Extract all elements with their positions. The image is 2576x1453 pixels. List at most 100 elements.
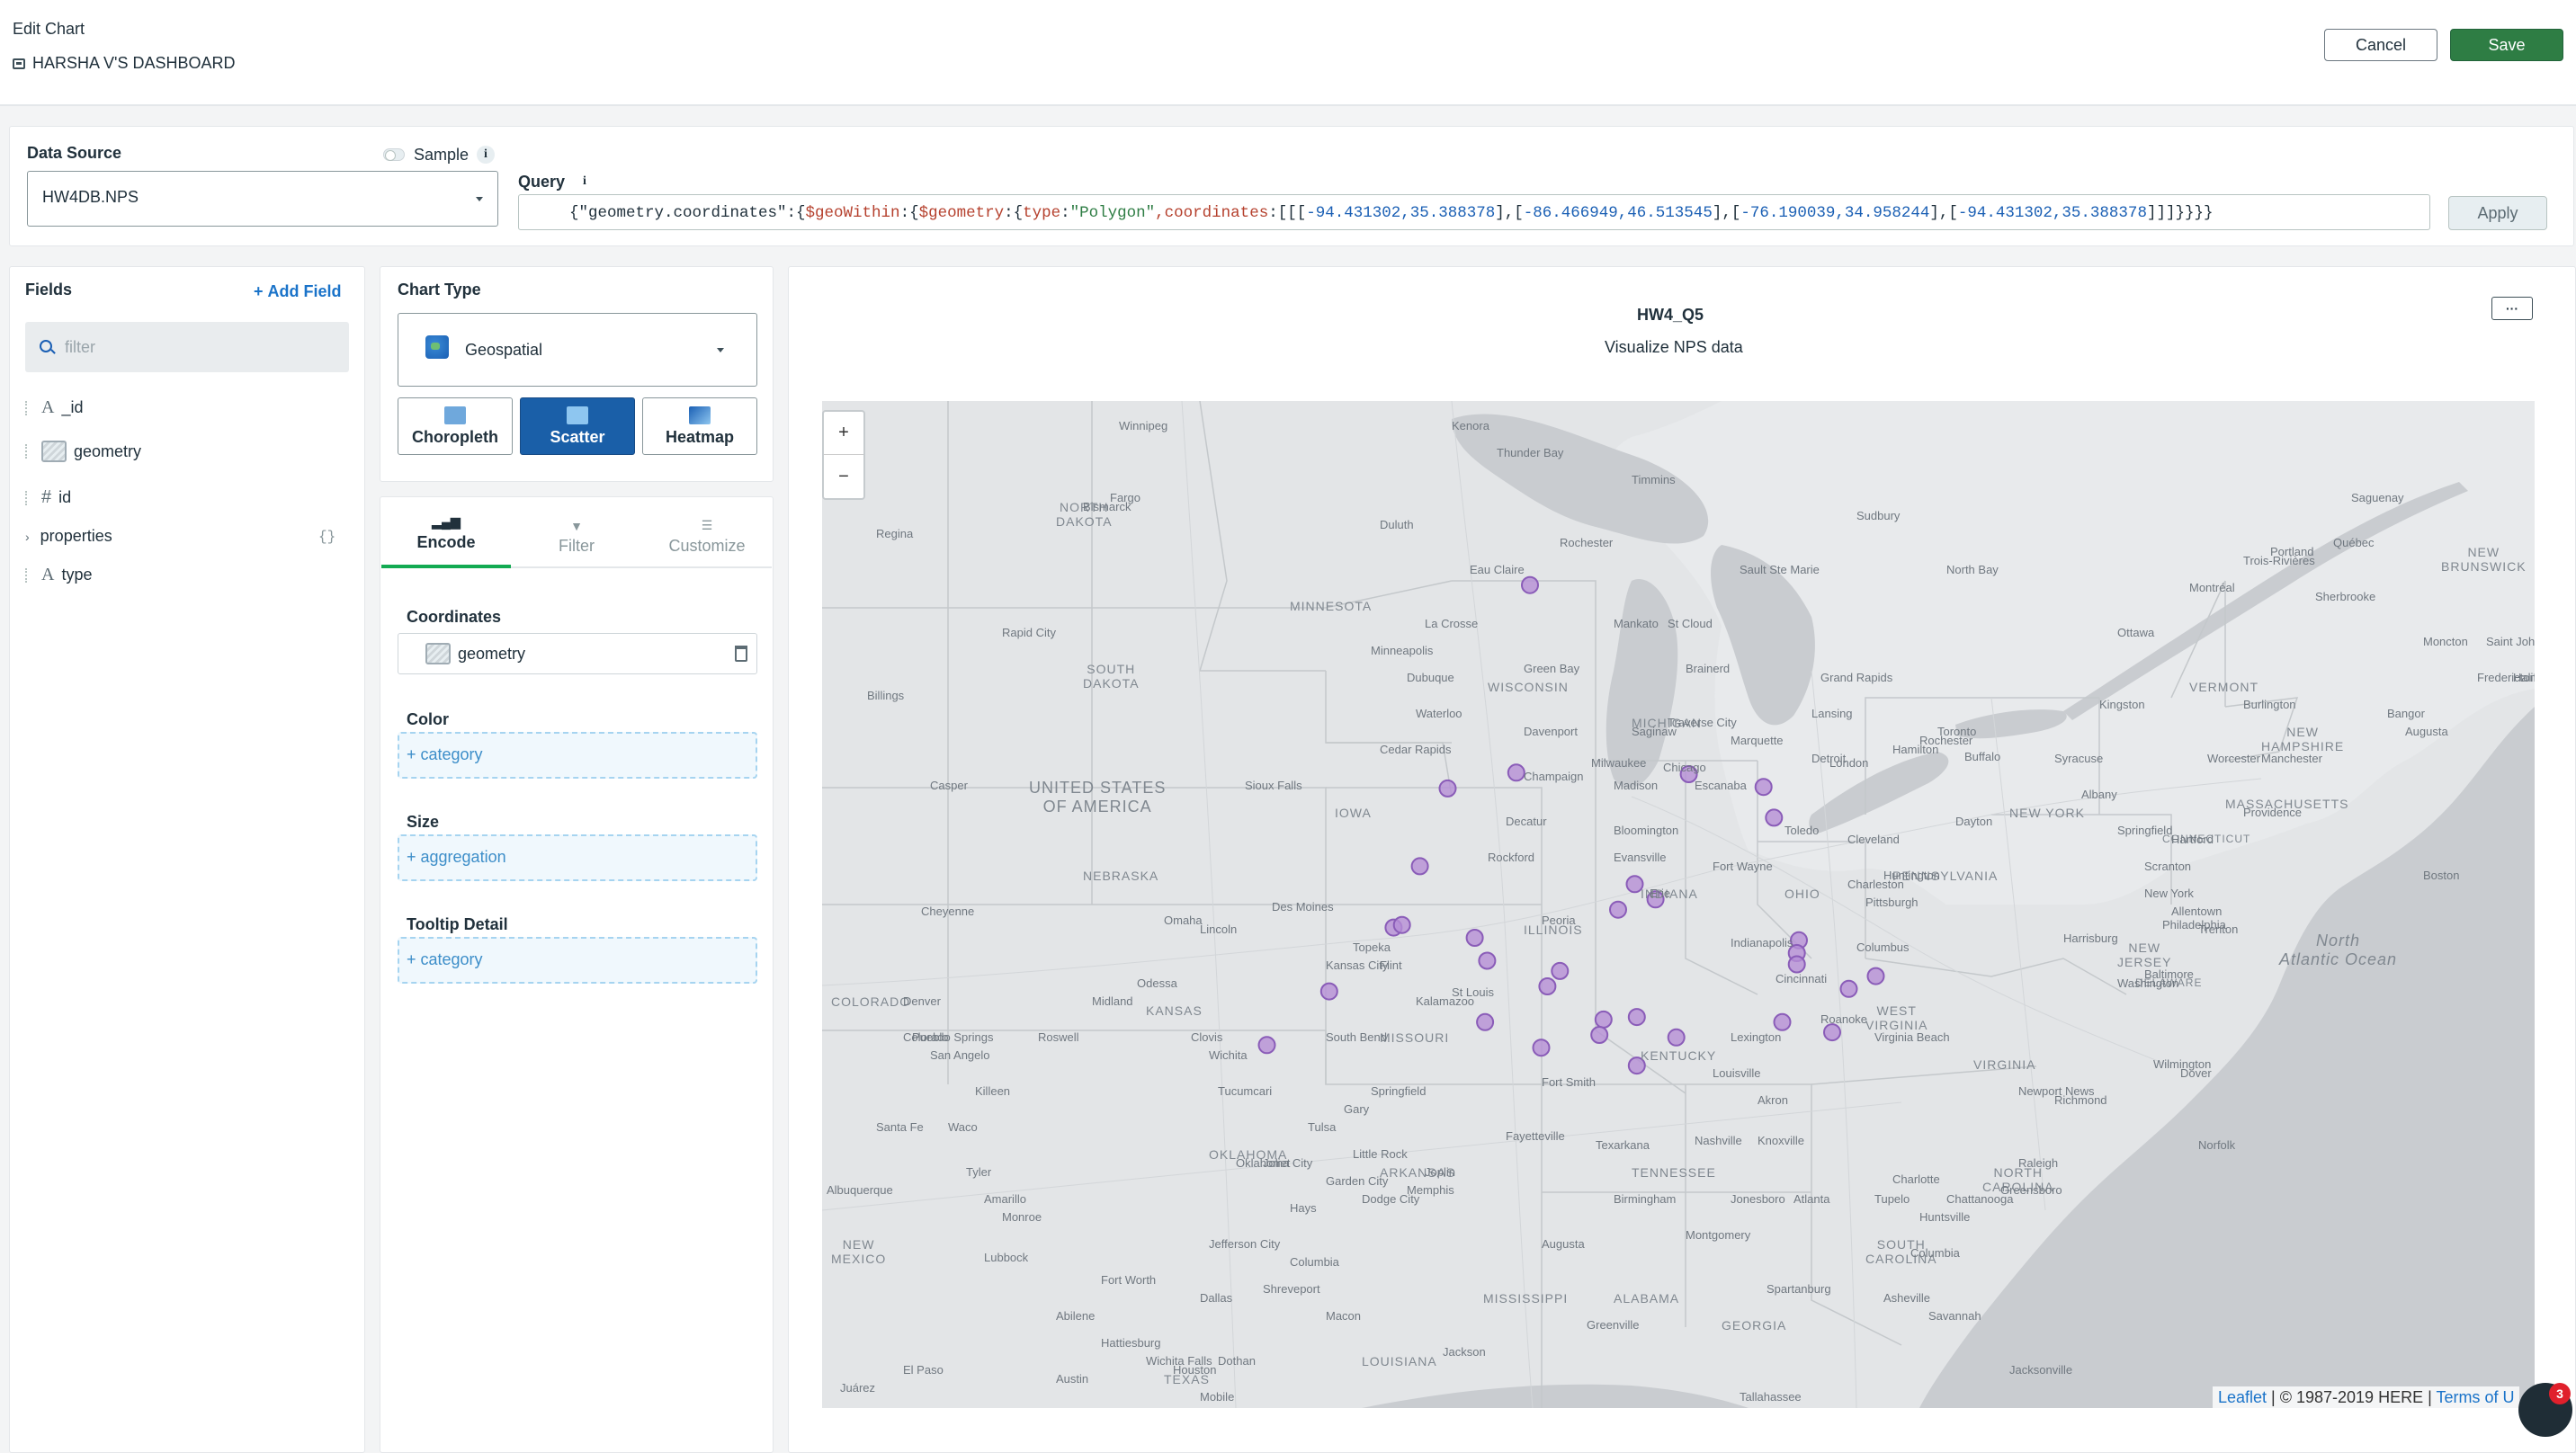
city-label: Waterloo [1416, 707, 1462, 720]
scatter-point[interactable] [1823, 1023, 1841, 1042]
map-attribution: Leaflet | © 1987-2019 HERE | Terms of U [2213, 1386, 2520, 1408]
city-label: St Cloud [1668, 617, 1713, 630]
field-item[interactable]: › properties [25, 527, 112, 546]
coordinates-channel[interactable]: geometry [398, 633, 757, 674]
data-source-select[interactable]: HW4DB.NPS [27, 171, 498, 227]
city-label: Syracuse [2054, 752, 2104, 765]
subtype-choropleth[interactable]: Choropleth [398, 397, 513, 455]
drag-handle-icon[interactable] [25, 567, 29, 583]
drag-handle-icon[interactable] [25, 400, 29, 415]
zoom-in-button[interactable]: + [824, 412, 863, 455]
drag-handle-icon[interactable] [25, 490, 29, 505]
city-label: Buffalo [1964, 750, 2001, 763]
city-label: Moncton [2423, 635, 2468, 648]
scatter-point[interactable] [1538, 977, 1557, 995]
tab-encode[interactable]: ▂▄▆ Encode [381, 500, 511, 568]
trash-icon[interactable] [735, 646, 747, 662]
drag-handle-icon[interactable] [25, 444, 29, 459]
scatter-point[interactable] [1465, 929, 1484, 947]
scatter-point[interactable] [1773, 1012, 1792, 1031]
scatter-point[interactable] [1532, 1038, 1551, 1057]
city-label: Boston [2423, 869, 2460, 882]
subtype-heatmap[interactable]: Heatmap [642, 397, 757, 455]
city-label: Raleigh [2018, 1156, 2059, 1170]
scatter-point[interactable] [1507, 763, 1525, 782]
city-label: Sherbrooke [2315, 590, 2376, 603]
chart-type-select[interactable]: Geospatial [398, 313, 757, 387]
scatter-point[interactable] [1257, 1036, 1276, 1055]
sample-toggle[interactable] [383, 148, 405, 161]
query-input[interactable]: {"geometry.coordinates":{$geoWithin:{$ge… [518, 194, 2430, 230]
chevron-right-icon[interactable]: › [25, 530, 30, 544]
scatter-point[interactable] [1438, 779, 1457, 798]
scatter-point[interactable] [1551, 961, 1570, 980]
scatter-point[interactable] [1627, 1008, 1646, 1027]
scatter-point[interactable] [1478, 951, 1497, 970]
city-label: Cheyenne [921, 905, 975, 918]
city-label: Cincinnati [1775, 972, 1828, 985]
chart-type-value: Geospatial [465, 341, 543, 359]
tooltip-drop-zone[interactable]: + category [398, 937, 757, 984]
field-name: properties [40, 527, 112, 545]
zoom-out-button[interactable]: − [824, 455, 863, 498]
save-button[interactable]: Save [2450, 29, 2563, 61]
terms-link[interactable]: Terms of U [2436, 1388, 2514, 1406]
query-token: ,coordinates [1155, 204, 1269, 222]
breadcrumb[interactable]: HARSHA V'S DASHBOARD [13, 54, 236, 73]
apply-button[interactable]: Apply [2448, 196, 2547, 230]
chart-title: HW4_Q5 [1637, 306, 1704, 324]
city-label: Topeka [1353, 940, 1391, 954]
scatter-point[interactable] [1590, 1026, 1609, 1044]
map-label: WEST VIRGINIA [1865, 1003, 1928, 1032]
city-label: Jackson [1443, 1345, 1486, 1359]
sliders-icon: ☰ [701, 518, 713, 532]
scatter-point[interactable] [1866, 967, 1885, 985]
query-token: $geoWithin [805, 204, 900, 222]
field-item[interactable]: A _id [25, 397, 83, 418]
size-drop-zone[interactable]: + aggregation [398, 834, 757, 881]
scatter-point[interactable] [1319, 982, 1338, 1001]
tab-label: Encode [416, 533, 476, 551]
map-label: NEW YORK [2009, 806, 2085, 820]
sample-info-icon[interactable]: i [477, 146, 495, 164]
scatter-point[interactable] [1521, 575, 1539, 594]
scatter-point[interactable] [1594, 1010, 1613, 1029]
scatter-point[interactable] [1476, 1012, 1495, 1031]
app-header: Edit Chart HARSHA V'S DASHBOARD Cancel S… [0, 0, 2576, 106]
city-label: Québec [2333, 536, 2375, 549]
query-info-icon[interactable]: i [576, 173, 594, 191]
add-field-button[interactable]: + Add Field [254, 282, 342, 301]
city-label: Huntington [1883, 869, 1940, 882]
city-label: Austin [1056, 1372, 1089, 1386]
scatter-point[interactable] [1667, 1028, 1686, 1047]
tab-customize[interactable]: ☰ Customize [642, 500, 772, 568]
more-options-button[interactable]: ··· [2491, 297, 2533, 320]
city-label: Hays [1290, 1201, 1317, 1215]
field-item[interactable]: geometry [25, 441, 141, 462]
city-label: Columbia [1910, 1246, 1960, 1260]
city-label: Newport News [2018, 1084, 2095, 1098]
scatter-point[interactable] [1839, 979, 1858, 998]
cancel-button[interactable]: Cancel [2324, 29, 2437, 61]
city-label: Decatur [1506, 815, 1547, 828]
color-drop-zone[interactable]: + category [398, 732, 757, 779]
scatter-point[interactable] [1754, 778, 1773, 797]
city-label: Lincoln [1200, 923, 1238, 936]
subtype-scatter[interactable]: Scatter [520, 397, 635, 455]
city-label: Monroe [1002, 1210, 1042, 1224]
field-item[interactable]: # id [25, 487, 71, 508]
city-label: Columbus [1856, 940, 1910, 954]
city-label: Gary [1344, 1102, 1370, 1116]
tab-filter[interactable]: ▼ Filter [512, 500, 641, 568]
field-filter-input[interactable]: filter [25, 322, 349, 372]
scatter-point[interactable] [1609, 900, 1627, 919]
scatter-point[interactable] [1787, 955, 1806, 974]
scatter-point[interactable] [1392, 915, 1411, 934]
field-item[interactable]: Atype [25, 565, 92, 585]
scatter-point[interactable] [1765, 808, 1784, 827]
leaflet-link[interactable]: Leaflet [2218, 1388, 2267, 1406]
city-label: Kalamazoo [1416, 994, 1475, 1008]
scatter-point[interactable] [1410, 857, 1429, 876]
map-canvas[interactable]: UNITED STATES OF AMERICA North Atlantic … [822, 401, 2535, 1408]
city-label: Lubbock [984, 1251, 1029, 1264]
